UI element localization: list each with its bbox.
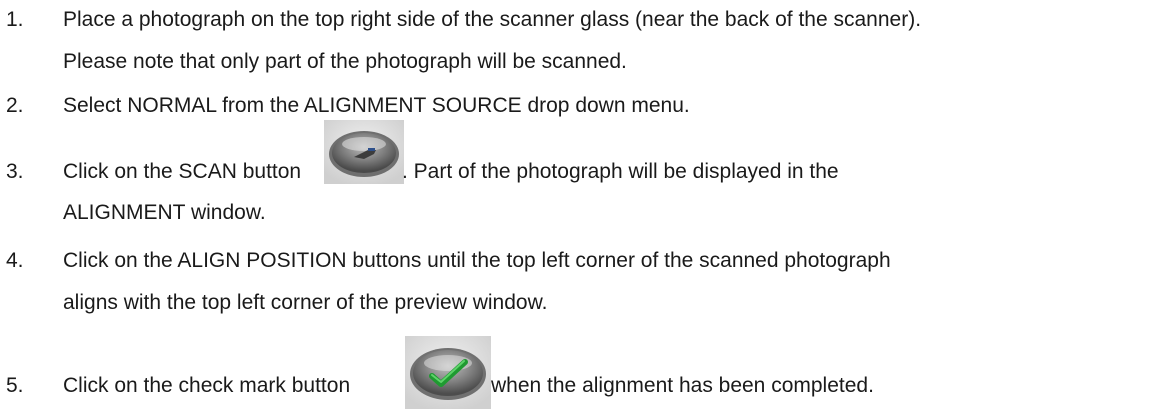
step-number: 2. (6, 94, 24, 117)
scan-button-icon (324, 120, 404, 184)
step-text: Click on the SCAN button (63, 160, 302, 183)
step-text: Click on the ALIGN POSITION buttons unti… (63, 249, 891, 272)
step-text: aligns with the top left corner of the p… (63, 291, 548, 314)
step-text: Place a photograph on the top right side… (63, 8, 922, 31)
step-text: Click on the check mark button (63, 374, 351, 397)
check-mark-button-icon (405, 336, 491, 409)
step-text: Please note that only part of the photog… (63, 50, 627, 73)
instruction-list: 1. Place a photograph on the top right s… (0, 0, 1156, 410)
step-number: 5. (6, 374, 24, 397)
step-text: when the alignment has been completed. (491, 374, 874, 397)
step-text: ALIGNMENT window. (63, 201, 266, 224)
step-number: 3. (6, 160, 24, 183)
step-text: Select NORMAL from the ALIGNMENT SOURCE … (63, 94, 690, 117)
step-number: 1. (6, 8, 24, 31)
step-text: . Part of the photograph will be display… (402, 160, 839, 183)
step-number: 4. (6, 249, 24, 272)
